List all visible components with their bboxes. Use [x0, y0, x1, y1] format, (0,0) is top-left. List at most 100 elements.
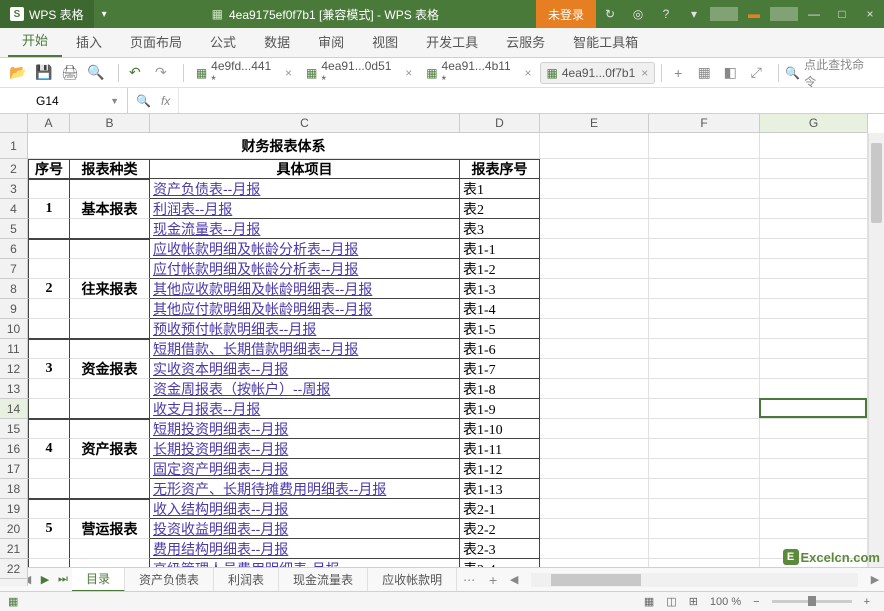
cell[interactable]: [70, 419, 150, 439]
cell[interactable]: [760, 219, 868, 239]
minimize-button[interactable]: ▬: [740, 7, 768, 21]
column-header-C[interactable]: C: [150, 114, 460, 132]
cell[interactable]: [540, 419, 649, 439]
column-header-B[interactable]: B: [70, 114, 150, 132]
cell[interactable]: 表1-1: [460, 239, 540, 259]
cell[interactable]: [649, 359, 760, 379]
report-link[interactable]: 无形资产、长期待摊费用明细表--月报: [153, 479, 386, 499]
cell[interactable]: 表1-11: [460, 439, 540, 459]
cell[interactable]: 短期借款、长期借款明细表--月报: [150, 339, 460, 359]
cell[interactable]: 序号: [28, 159, 70, 179]
row-header-7[interactable]: 7: [0, 259, 27, 279]
redo-icon[interactable]: ↷: [151, 63, 171, 83]
cell[interactable]: 投资收益明细表--月报: [150, 519, 460, 539]
sheet-tab[interactable]: 目录: [72, 568, 125, 592]
add-tab-icon[interactable]: +: [668, 63, 688, 83]
app-menu-dropdown-icon[interactable]: ▾: [102, 9, 107, 20]
cell[interactable]: 短期投资明细表--月报: [150, 419, 460, 439]
open-icon[interactable]: 📂: [8, 63, 28, 83]
cell[interactable]: [70, 399, 150, 419]
cell[interactable]: [760, 399, 868, 419]
row-header-22[interactable]: 22: [0, 559, 27, 579]
login-button[interactable]: 未登录: [536, 0, 596, 28]
close-window-button[interactable]: ×: [856, 7, 884, 21]
document-tab[interactable]: ▦4e9fd...441 *×: [190, 62, 298, 84]
close-tab-icon[interactable]: ×: [525, 66, 532, 80]
cell[interactable]: [70, 239, 150, 259]
cell[interactable]: 固定资产明细表--月报: [150, 459, 460, 479]
cell[interactable]: [540, 479, 649, 499]
cell[interactable]: [649, 379, 760, 399]
cell[interactable]: [760, 519, 868, 539]
chevron-down-icon[interactable]: ▾: [680, 7, 708, 21]
cell[interactable]: [540, 159, 649, 179]
maximize-window-button[interactable]: □: [828, 7, 856, 21]
cell[interactable]: 1: [28, 199, 70, 219]
report-link[interactable]: 现金流量表--月报: [153, 219, 260, 239]
row-header-15[interactable]: 15: [0, 419, 27, 439]
cell[interactable]: [28, 319, 70, 339]
cell[interactable]: [540, 359, 649, 379]
row-header-21[interactable]: 21: [0, 539, 27, 559]
report-link[interactable]: 费用结构明细表--月报: [153, 539, 288, 559]
add-sheet-button[interactable]: +: [481, 572, 505, 588]
cell[interactable]: [649, 459, 760, 479]
cell[interactable]: 表2-1: [460, 499, 540, 519]
row-header-12[interactable]: 12: [0, 359, 27, 379]
cell[interactable]: 资金周报表（按帐户）--周报: [150, 379, 460, 399]
cell[interactable]: [28, 239, 70, 259]
menu-item-6[interactable]: 视图: [358, 26, 412, 57]
cell[interactable]: 表1-4: [460, 299, 540, 319]
cell[interactable]: [649, 499, 760, 519]
cell[interactable]: [540, 439, 649, 459]
document-tab[interactable]: ▦4ea91...0d51 *×: [300, 62, 418, 84]
cell[interactable]: 收支月报表--月报: [150, 399, 460, 419]
cell[interactable]: [70, 259, 150, 279]
window-icon[interactable]: ◧: [720, 63, 740, 83]
cell[interactable]: [649, 133, 760, 159]
cell[interactable]: 应付帐款明细及帐龄分析表--月报: [150, 259, 460, 279]
cell[interactable]: [540, 199, 649, 219]
cell[interactable]: [760, 379, 868, 399]
cells-area[interactable]: 财务报表体系序号报表种类具体项目报表序号资产负债表--月报表11基本报表利润表-…: [28, 133, 868, 586]
cell[interactable]: [28, 459, 70, 479]
cell[interactable]: 应收帐款明细及帐龄分析表--月报: [150, 239, 460, 259]
cell[interactable]: 实收资本明细表--月报: [150, 359, 460, 379]
cell[interactable]: [540, 133, 649, 159]
row-header-16[interactable]: 16: [0, 439, 27, 459]
cell[interactable]: [540, 259, 649, 279]
cell[interactable]: [540, 519, 649, 539]
cell[interactable]: [760, 499, 868, 519]
cell[interactable]: 表1-9: [460, 399, 540, 419]
cell[interactable]: 4: [28, 439, 70, 459]
document-tab[interactable]: ▦4ea91...0f7b1×: [540, 62, 656, 84]
cell[interactable]: [540, 539, 649, 559]
menu-item-7[interactable]: 开发工具: [412, 26, 492, 57]
print-direct-icon[interactable]: 🖨: [60, 63, 80, 83]
cell[interactable]: [540, 179, 649, 199]
undo-icon[interactable]: ↶: [125, 63, 145, 83]
row-header-5[interactable]: 5: [0, 219, 27, 239]
cell[interactable]: [760, 419, 868, 439]
cell[interactable]: 现金流量表--月报: [150, 219, 460, 239]
report-link[interactable]: 投资收益明细表--月报: [153, 519, 288, 539]
sheet-nav-next-icon[interactable]: ▶: [36, 573, 54, 586]
cell[interactable]: [70, 479, 150, 499]
report-link[interactable]: 资产负债表--月报: [153, 179, 260, 199]
cell[interactable]: 无形资产、长期待摊费用明细表--月报: [150, 479, 460, 499]
cell[interactable]: [540, 499, 649, 519]
sheet-tab[interactable]: 应收帐款明: [368, 568, 457, 592]
cell[interactable]: [649, 199, 760, 219]
report-link[interactable]: 短期借款、长期借款明细表--月报: [153, 339, 358, 359]
menu-item-9[interactable]: 智能工具箱: [559, 26, 652, 57]
menu-item-3[interactable]: 公式: [196, 26, 250, 57]
report-link[interactable]: 收支月报表--月报: [153, 399, 260, 419]
cell[interactable]: [28, 219, 70, 239]
cell[interactable]: [649, 299, 760, 319]
cell[interactable]: [760, 319, 868, 339]
cell[interactable]: [760, 459, 868, 479]
cell[interactable]: 报表序号: [460, 159, 540, 179]
cell[interactable]: [649, 479, 760, 499]
zoom-slider-knob[interactable]: [808, 596, 816, 606]
menu-item-2[interactable]: 页面布局: [116, 26, 196, 57]
